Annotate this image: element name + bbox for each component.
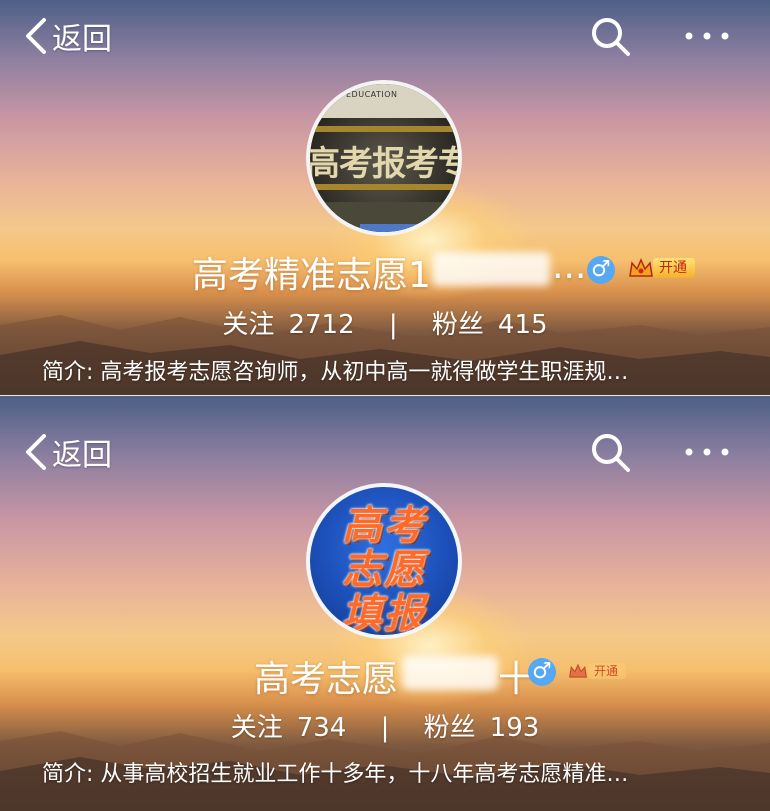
followers-count: 193 [489,713,540,743]
vip-label: 开通 [588,663,627,679]
stats-separator: | [388,310,398,340]
profile-name-trail: ... [552,246,587,287]
avatar[interactable]: EDUCATION 高考报考专 [306,80,462,236]
stats-separator: | [380,713,390,743]
avatar-text-line: 填报 [342,591,426,637]
name-ellipsis: ... [552,246,586,287]
vip-open-badge[interactable]: 开通 [627,256,695,280]
profile-name-text: 高考志愿 [254,659,399,700]
male-icon: ♂ [587,256,615,284]
name-redaction [402,656,498,690]
chevron-left-icon [26,18,46,54]
follow-stats: 关注 734 | 粉丝 193 [0,707,770,744]
profile-name-text: 高考精准志愿1 [192,255,431,296]
avatar-stripe [310,126,458,132]
crown-icon [629,258,653,277]
following-stat[interactable]: 关注 734 [231,707,347,744]
back-label: 返回 [52,22,112,57]
followers-label: 粉丝 [431,310,484,340]
vip-open-badge[interactable]: 开通 [566,662,627,680]
more-dots-icon[interactable] [683,438,731,466]
profile-name[interactable]: 高考志愿 [254,650,398,702]
profile-bio[interactable]: 简介: 高考报考志愿咨询师，从初中高一就得做学生职涯规… [42,354,742,386]
vip-label: 开通 [653,258,695,278]
male-icon: ♂ [528,658,556,686]
avatar-stripe [310,184,458,190]
following-label: 关注 [222,310,275,340]
top-nav-bar: 返回 [0,0,770,80]
profile-header-1: 返回 EDUCATION 高考报考专 高考精准志愿1 ... ♂ 开通 关注 2… [0,0,770,395]
back-button[interactable]: 返回 [22,14,112,58]
back-label: 返回 [52,438,112,473]
crown-icon [569,663,587,678]
avatar-big-text: 高考报考专 [306,144,462,184]
name-redaction [432,252,550,286]
following-count: 2712 [288,310,355,340]
followers-stat[interactable]: 粉丝 193 [424,707,540,744]
profile-name[interactable]: 高考精准志愿1 [192,246,431,298]
avatar-plate: EDUCATION [310,84,458,118]
back-button[interactable]: 返回 [22,430,112,474]
follow-stats: 关注 2712 | 粉丝 415 [0,304,770,341]
following-count: 734 [296,713,347,743]
avatar[interactable]: 高考 志愿 填报 [306,483,462,639]
profile-header-2: 返回 高考 志愿 填报 高考志愿 十 ♂ 开通 关注 734 | 粉丝 193 … [0,396,770,811]
profile-bio[interactable]: 简介: 从事高校招生就业工作十多年，十八年高考志愿精准… [42,756,742,788]
avatar-small-text: EDUCATION [346,90,398,99]
search-icon[interactable] [588,430,632,474]
more-dots-icon[interactable] [683,22,731,50]
followers-label: 粉丝 [423,713,476,743]
following-stat[interactable]: 关注 2712 [222,304,354,341]
followers-count: 415 [497,310,548,340]
followers-stat[interactable]: 粉丝 415 [432,304,548,341]
chevron-left-icon [26,434,46,470]
following-label: 关注 [230,713,283,743]
search-icon[interactable] [588,14,632,58]
